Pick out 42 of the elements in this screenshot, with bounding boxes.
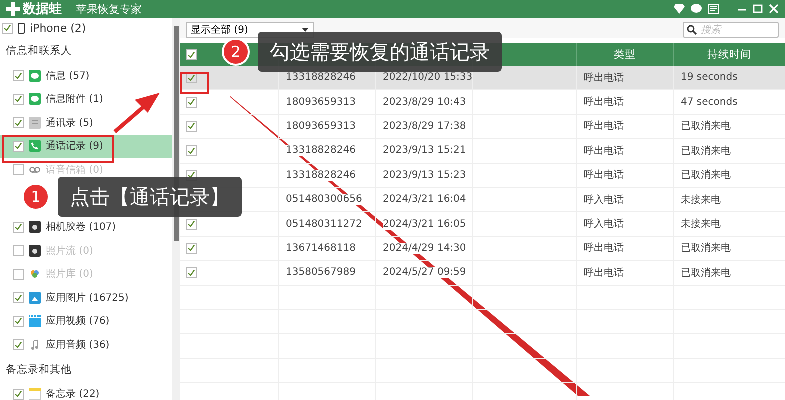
- app-logo-text: 数据蛙: [23, 1, 62, 18]
- table-cell: 2023/8/29 10:43: [383, 96, 466, 108]
- table-cell: 13318828246: [286, 145, 356, 156]
- table-cell: 2024/3/21 16:05: [383, 218, 466, 230]
- table-cell: 2024/5/27 09:59: [383, 267, 466, 278]
- table-cell: 19 seconds: [681, 72, 738, 84]
- table-cell: 13318828246: [286, 72, 356, 84]
- table-cell: 2024/3/21 16:04: [383, 194, 466, 206]
- callout-tooltip: 勾选需要恢复的通话记录: [258, 32, 502, 72]
- table-cell: 呼入电话: [584, 192, 624, 207]
- window-title: 苹果恢复专家: [76, 2, 142, 16]
- table-cell: 呼出电话: [584, 119, 624, 134]
- table-cell: 已取消来电: [681, 168, 731, 182]
- table-cell: 13318828246: [286, 170, 356, 181]
- table-cell: 2023/9/13 15:21: [383, 145, 466, 156]
- table-cell: 已取消来电: [681, 266, 731, 280]
- table-cell: 051480300656: [286, 194, 362, 206]
- table-cell: 2022/10/20 15:33: [383, 72, 473, 84]
- table-cell: 18093659313: [286, 120, 356, 132]
- table-cell: 13580567989: [286, 267, 356, 278]
- table-cell: 呼入电话: [584, 217, 624, 232]
- table-cell: 已取消来电: [681, 144, 731, 158]
- table-cell: 18093659313: [286, 96, 356, 108]
- table-cell: 2023/9/13 15:23: [383, 170, 466, 181]
- table-cell: 2023/8/29 17:38: [383, 120, 466, 132]
- table-cell: 051480311272: [286, 218, 362, 230]
- table-cell: 呼出电话: [584, 241, 624, 256]
- table-cell: 未接来电: [681, 192, 721, 207]
- table-cell: 已取消来电: [681, 241, 731, 256]
- table-cell: 47 seconds: [681, 96, 738, 108]
- section-heading: 备忘录和其他: [6, 362, 72, 376]
- table-cell: 13671468118: [286, 242, 356, 254]
- table-cell: 呼出电话: [584, 70, 624, 85]
- callout-tooltip: 点击【通话记录】: [58, 177, 242, 217]
- section-heading: 信息和联系人: [6, 44, 72, 58]
- table-cell: 已取消来电: [681, 119, 731, 134]
- table-cell: 呼出电话: [584, 95, 624, 110]
- table-cell: 呼出电话: [584, 168, 624, 182]
- table-cell: 呼出电话: [584, 266, 624, 280]
- table-cell: 2024/4/29 14:30: [383, 242, 466, 254]
- table-cell: 未接来电: [681, 217, 721, 232]
- table-cell: 呼出电话: [584, 144, 624, 158]
